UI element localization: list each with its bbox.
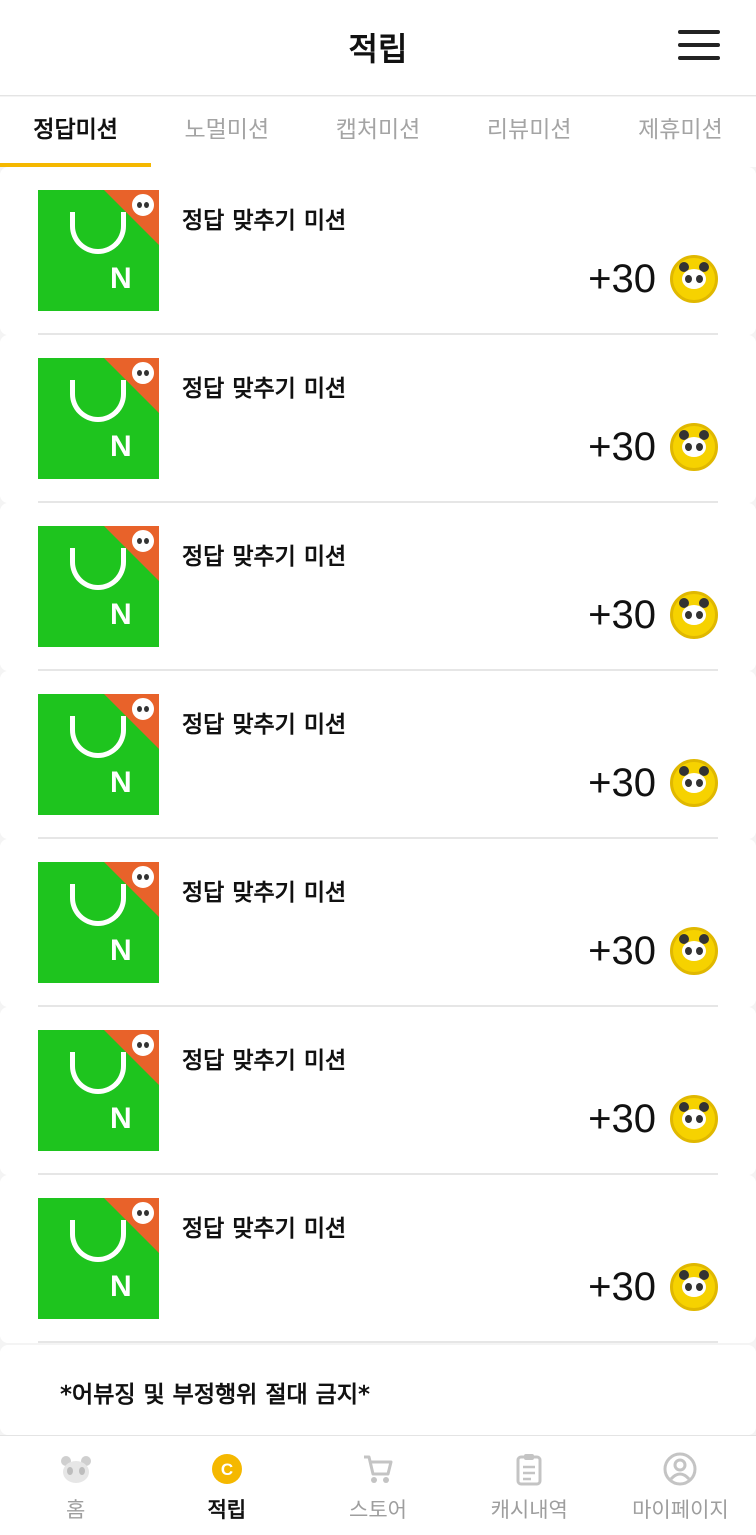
- mission-thumb-icon: N: [38, 862, 159, 983]
- mission-title: 정답 맞추기 미션: [182, 1216, 347, 1242]
- mission-card[interactable]: N 정답 맞추기 미션 +30: [0, 1007, 756, 1175]
- mission-title: 정답 맞추기 미션: [182, 544, 347, 570]
- reward-value: +30: [588, 592, 656, 637]
- reward-value: +30: [588, 760, 656, 805]
- mission-list: N 정답 맞추기 미션 +30 N 정답 맞추기 미션 +30 N 정답 맞추기…: [0, 167, 756, 1343]
- panda-home-icon: [60, 1456, 91, 1483]
- mission-title: 정답 맞추기 미션: [182, 376, 347, 402]
- mission-card[interactable]: N 정답 맞추기 미션 +30: [0, 167, 756, 335]
- mission-thumb-icon: N: [38, 526, 159, 647]
- mission-reward: +30: [588, 423, 718, 471]
- mission-reward: +30: [588, 1263, 718, 1311]
- mission-tabs: 정답미션 노멀미션 캡처미션 리뷰미션 제휴미션: [0, 97, 756, 167]
- reward-value: +30: [588, 1264, 656, 1309]
- reward-value: +30: [588, 928, 656, 973]
- mission-card[interactable]: N 정답 맞추기 미션 +30: [0, 1175, 756, 1343]
- tab-normal-mission[interactable]: 노멀미션: [151, 97, 302, 167]
- nav-cash-history[interactable]: 캐시내역: [454, 1436, 605, 1535]
- notice-card: *어뷰징 및 부정행위 절대 금지*: [0, 1345, 756, 1435]
- svg-text:C: C: [221, 1460, 233, 1479]
- mission-card[interactable]: N 정답 맞추기 미션 +30: [0, 671, 756, 839]
- tab-partner-mission[interactable]: 제휴미션: [605, 97, 756, 167]
- mission-thumb-icon: N: [38, 694, 159, 815]
- mission-card[interactable]: N 정답 맞추기 미션 +30: [0, 335, 756, 503]
- abuse-warning-text: *어뷰징 및 부정행위 절대 금지*: [60, 1382, 371, 1408]
- tab-answer-mission[interactable]: 정답미션: [0, 97, 152, 167]
- hamburger-icon[interactable]: [678, 30, 720, 60]
- mission-title: 정답 맞추기 미션: [182, 712, 347, 738]
- mission-title: 정답 맞추기 미션: [182, 880, 347, 906]
- mission-reward: +30: [588, 759, 718, 807]
- nav-label: 캐시내역: [490, 1498, 568, 1522]
- mission-reward: +30: [588, 591, 718, 639]
- page-title: 적립: [348, 30, 408, 68]
- cart-icon: [364, 1455, 393, 1483]
- mission-card[interactable]: N 정답 맞추기 미션 +30: [0, 839, 756, 1007]
- mission-reward: +30: [588, 927, 718, 975]
- mission-thumb-icon: N: [38, 358, 159, 479]
- nav-earn[interactable]: C 적립: [151, 1436, 302, 1535]
- panda-coin-icon: [670, 255, 718, 303]
- panda-coin-icon: [670, 927, 718, 975]
- nav-mypage[interactable]: 마이페이지: [605, 1436, 756, 1535]
- nav-store[interactable]: 스토어: [302, 1436, 453, 1535]
- panda-coin-icon: [670, 591, 718, 639]
- divider: [38, 1341, 718, 1343]
- panda-coin-icon: [670, 1263, 718, 1311]
- user-circle-icon: [663, 1452, 697, 1486]
- panda-coin-icon: [670, 423, 718, 471]
- app-header: 적립: [0, 0, 756, 96]
- mission-reward: +30: [588, 255, 718, 303]
- nav-home[interactable]: 홈: [0, 1436, 151, 1535]
- tab-capture-mission[interactable]: 캡처미션: [302, 97, 453, 167]
- clipboard-icon: [516, 1454, 542, 1486]
- mission-reward: +30: [588, 1095, 718, 1143]
- mission-thumb-icon: N: [38, 1030, 159, 1151]
- nav-label: 스토어: [349, 1498, 407, 1522]
- mission-thumb-icon: N: [38, 190, 159, 311]
- mission-title: 정답 맞추기 미션: [182, 1048, 347, 1074]
- mission-title: 정답 맞추기 미션: [182, 208, 347, 234]
- bottom-nav: 홈 C 적립 스토어 캐시내역 마이페이지: [0, 1435, 756, 1535]
- mission-thumb-icon: N: [38, 1198, 159, 1319]
- reward-value: +30: [588, 424, 656, 469]
- mission-card[interactable]: N 정답 맞추기 미션 +30: [0, 503, 756, 671]
- nav-label: 홈: [65, 1498, 86, 1522]
- panda-coin-icon: [670, 1095, 718, 1143]
- nav-label: 마이페이지: [632, 1498, 729, 1522]
- panda-coin-icon: [670, 759, 718, 807]
- reward-value: +30: [588, 256, 656, 301]
- coin-c-icon: C: [211, 1454, 242, 1484]
- reward-value: +30: [588, 1096, 656, 1141]
- nav-label: 적립: [207, 1498, 247, 1522]
- tab-review-mission[interactable]: 리뷰미션: [454, 97, 605, 167]
